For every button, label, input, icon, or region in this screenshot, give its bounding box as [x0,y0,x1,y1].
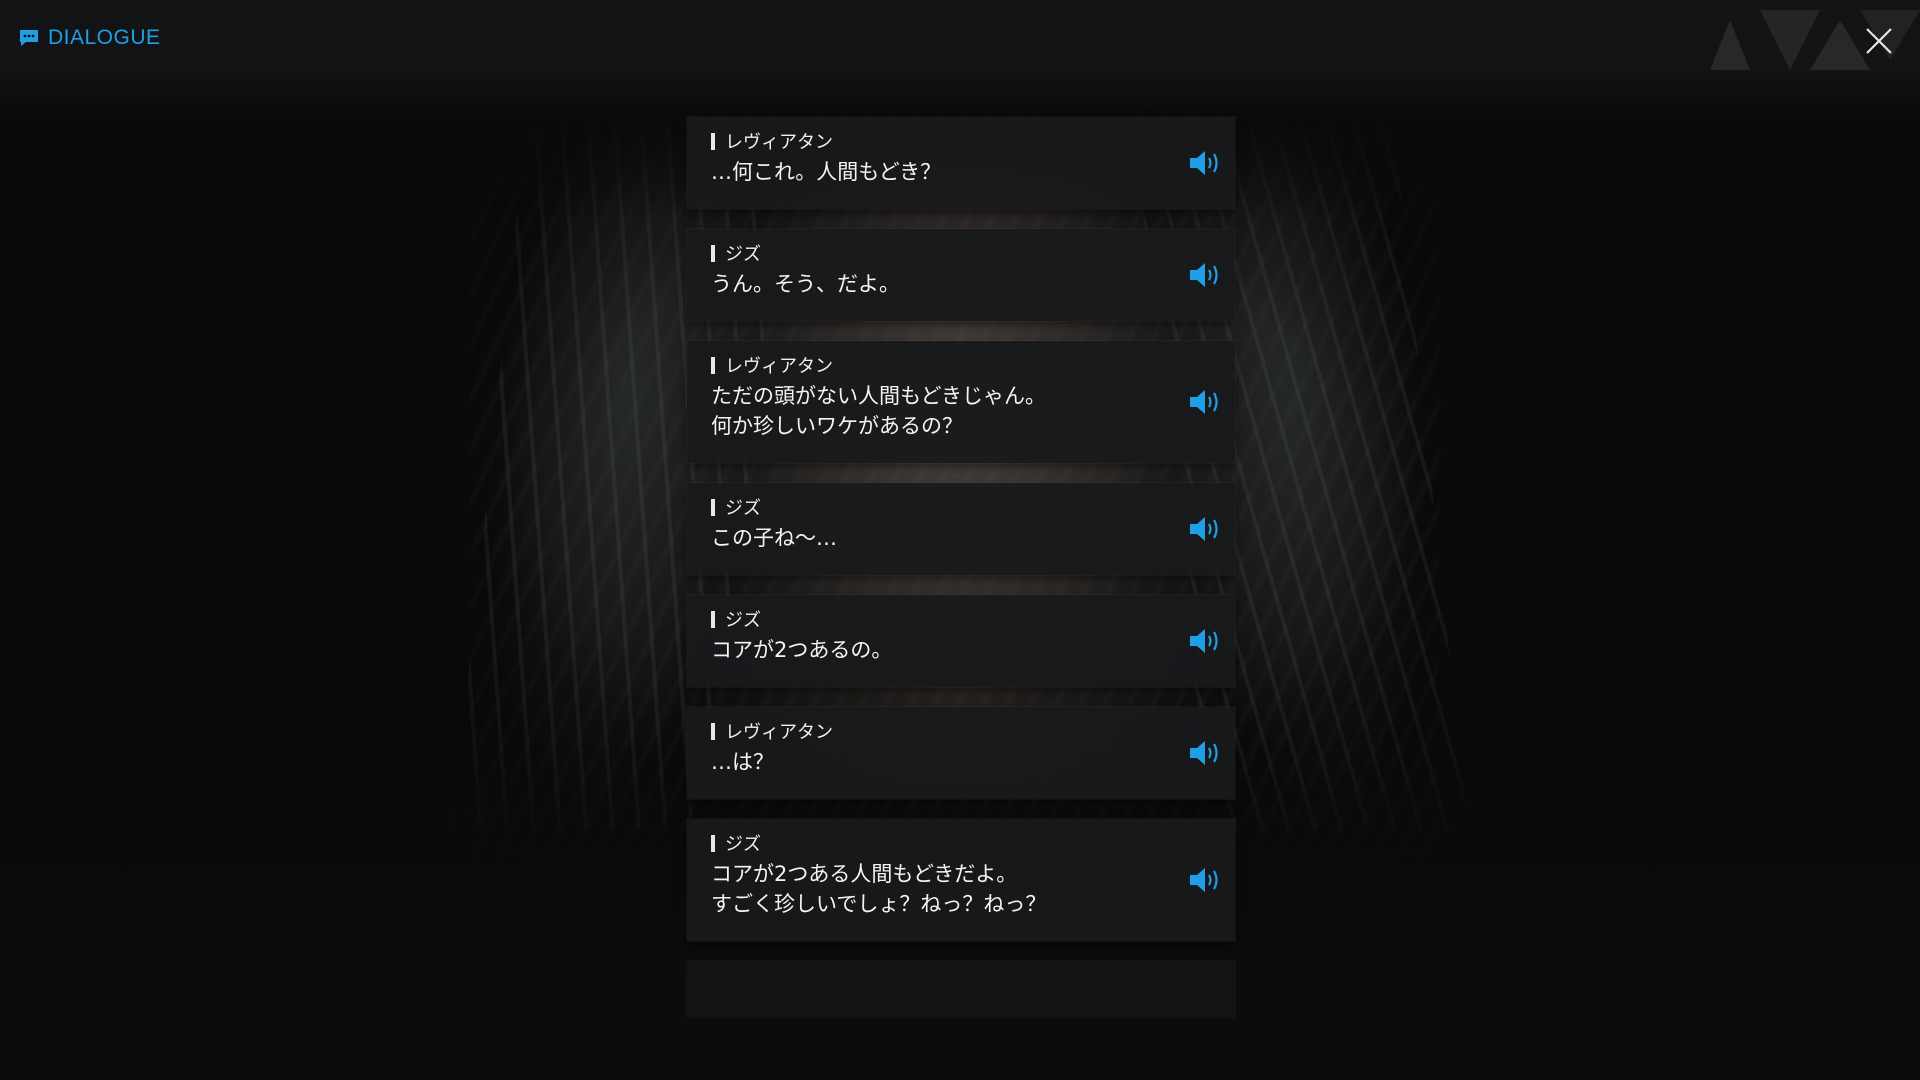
dialogue-entry: ジズ コアが2つあるの。 [687,595,1235,687]
speaker-marker [711,244,715,262]
speaker: レヴィアタン [711,355,1211,377]
speaker-name: ジズ [725,498,761,519]
dialogue-text: コアが2つある人間もどきだよ。 すごく珍しいでしょ？ねっ？ねっ？ [711,862,1047,916]
dialogue-text: ただの頭がない人間もどきじゃん。 何か珍しいワケがあるの？ [711,384,1046,438]
speaker: ジズ [711,497,1211,519]
speaker-name: レヴィアタン [725,132,833,153]
speaker-name: レヴィアタン [725,722,833,743]
page-title: DIALOGUE [48,26,161,49]
speaker-icon[interactable] [1187,865,1223,895]
speaker-marker [711,132,715,150]
speaker-marker [711,498,715,516]
dialogue-entry-partial [687,961,1235,1017]
dialogue-text: …何これ。人間もどき？ [711,160,942,184]
speaker-icon[interactable] [1187,387,1223,417]
dialogue-entry: ジズ コアが2つある人間もどきだよ。 すごく珍しいでしょ？ねっ？ねっ？ [687,819,1235,941]
dialogue-screen: DIALOGUE レヴィアタン …何これ。人間もどき？ ジズ うん。そう、だよ。 [0,0,1920,1080]
dialogue-text: コアが2つあるの。 [711,638,893,662]
speaker-marker [711,722,715,740]
speaker-name: ジズ [725,244,761,265]
chat-bubble-icon [20,30,38,46]
dialogue-entry: レヴィアタン …何これ。人間もどき？ [687,117,1235,209]
dialogue-header: DIALOGUE [18,26,161,50]
speaker: ジズ [711,609,1211,631]
speaker-marker [711,610,715,628]
dialogue-text: この子ね～… [711,526,837,550]
dialogue-entry: ジズ うん。そう、だよ。 [687,229,1235,321]
speaker-marker [711,834,715,852]
dialogue-log[interactable]: レヴィアタン …何これ。人間もどき？ ジズ うん。そう、だよ。 レヴィアタン た… [687,117,1235,1017]
speaker: ジズ [711,243,1211,265]
speaker-name: ジズ [725,610,761,631]
dialogue-text: うん。そう、だよ。 [711,272,900,296]
speaker-name: レヴィアタン [725,356,833,377]
speaker-icon[interactable] [1187,738,1223,768]
speaker: レヴィアタン [711,131,1211,153]
dialogue-entry: レヴィアタン …は？ [687,707,1235,799]
speaker: ジズ [711,833,1211,855]
close-icon[interactable] [1864,26,1894,56]
speaker: レヴィアタン [711,721,1211,743]
dialogue-entry: レヴィアタン ただの頭がない人間もどきじゃん。 何か珍しいワケがあるの？ [687,341,1235,463]
speaker-icon[interactable] [1187,514,1223,544]
dialogue-entry: ジズ この子ね～… [687,483,1235,575]
speaker-icon[interactable] [1187,626,1223,656]
speaker-icon[interactable] [1187,148,1223,178]
speaker-marker [711,356,715,374]
speaker-icon[interactable] [1187,260,1223,290]
dialogue-text: …は？ [711,750,774,774]
speaker-name: ジズ [725,834,761,855]
